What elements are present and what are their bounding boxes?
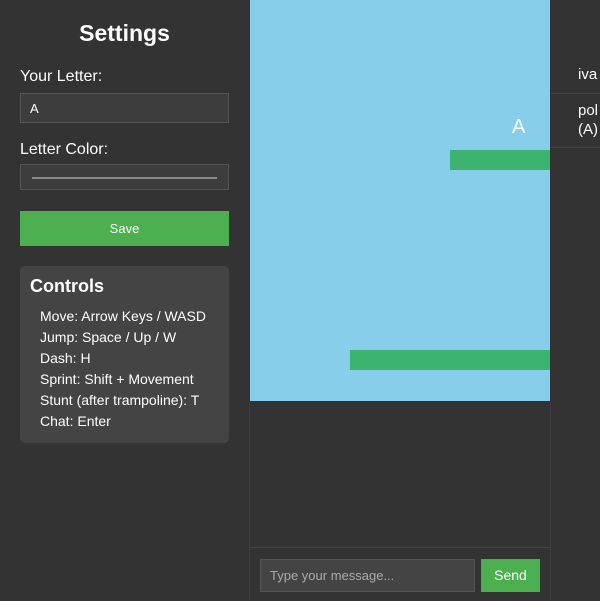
chat-panel: Type your message... Send: [249, 401, 551, 600]
control-move: Move: Arrow Keys / WASD: [40, 308, 206, 324]
chat-message-input[interactable]: Type your message...: [260, 559, 475, 592]
control-stunt: Stunt (after trampoline): T: [40, 392, 200, 408]
settings-panel: Settings Your Letter: A Letter Color: Sa…: [0, 0, 249, 600]
player-name: pol: [578, 102, 599, 119]
platform-lower: [350, 350, 550, 370]
players-panel: iva pol (A): [551, 0, 600, 600]
player-row: iva: [551, 55, 600, 94]
control-dash: Dash: H: [40, 350, 91, 366]
control-chat: Chat: Enter: [40, 413, 111, 429]
letter-input[interactable]: A: [20, 93, 229, 123]
control-jump: Jump: Space / Up / W: [40, 329, 177, 345]
letter-label: Your Letter:: [20, 68, 103, 85]
controls-list: Move: Arrow Keys / WASD Jump: Space / Up…: [40, 306, 206, 432]
control-sprint: Sprint: Shift + Movement: [40, 371, 194, 387]
player-letter: (A): [578, 121, 598, 138]
controls-title: Controls: [30, 276, 104, 296]
send-button[interactable]: Send: [481, 559, 540, 592]
player-row: pol (A): [551, 94, 600, 148]
chat-input-bar: Type your message... Send: [250, 547, 550, 601]
game-canvas[interactable]: A: [250, 0, 550, 401]
color-label: Letter Color:: [20, 141, 109, 158]
controls-box: Controls Move: Arrow Keys / WASD Jump: S…: [20, 266, 229, 443]
player-name: iva: [578, 66, 598, 83]
platform-upper: [450, 150, 550, 170]
settings-title: Settings: [79, 20, 170, 46]
color-swatch: [32, 177, 217, 179]
letter-color-picker[interactable]: [20, 164, 229, 190]
save-button[interactable]: Save: [20, 211, 229, 246]
player-character: A: [512, 116, 526, 138]
